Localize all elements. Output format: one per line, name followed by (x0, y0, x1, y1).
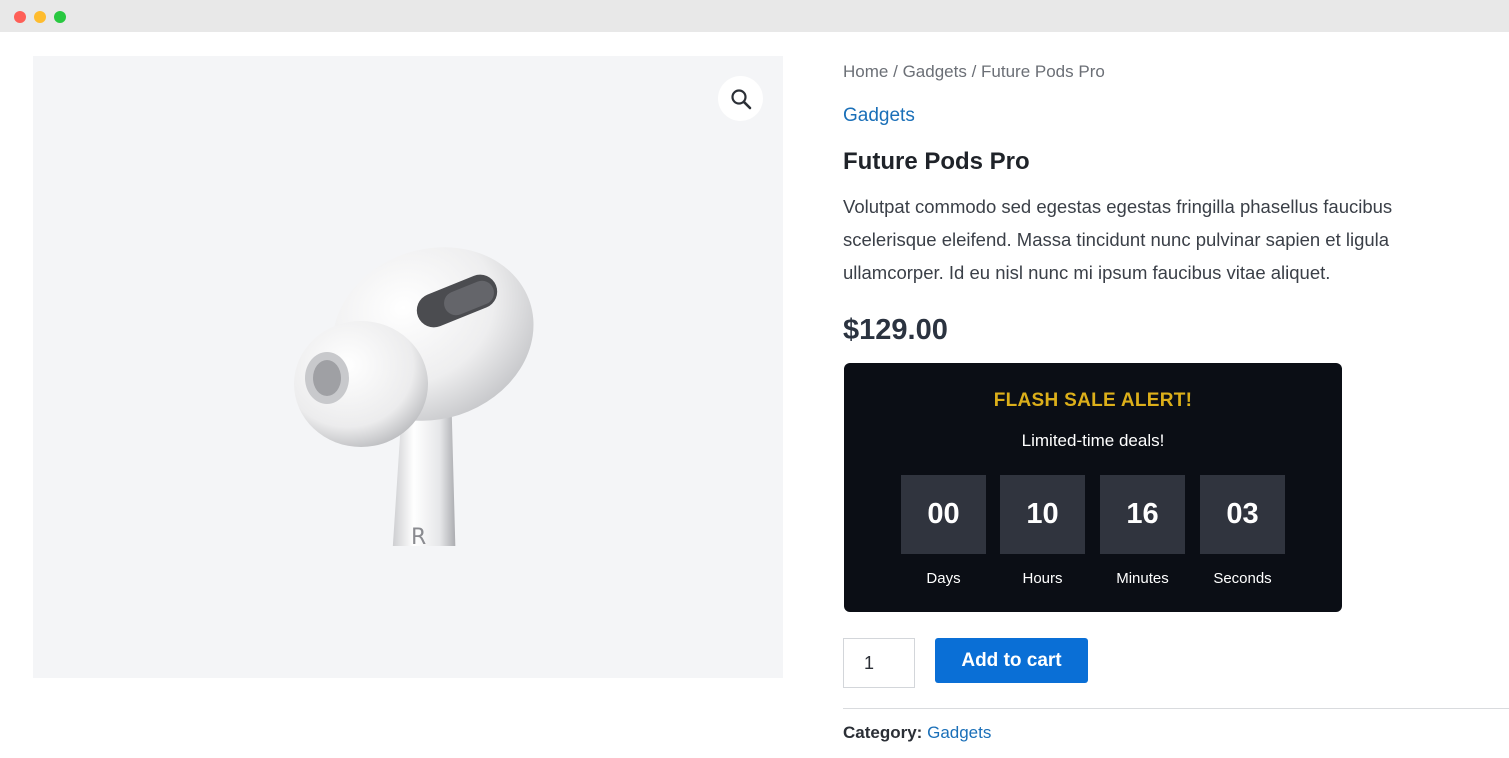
quantity-input[interactable] (843, 638, 915, 688)
flash-sale-title: FLASH SALE ALERT! (993, 390, 1193, 411)
zoom-button[interactable] (718, 76, 763, 121)
minimize-window-button[interactable] (34, 11, 46, 23)
countdown-days: 00 Days (901, 475, 986, 587)
countdown-minutes: 16 Minutes (1100, 475, 1185, 587)
breadcrumb: Home / Gadgets / Future Pods Pro (843, 62, 1105, 82)
countdown-value: 10 (1000, 475, 1085, 554)
category-label: Category: (843, 723, 923, 742)
svg-text:R: R (411, 525, 426, 546)
countdown-value: 00 (901, 475, 986, 554)
countdown-hours: 10 Hours (1000, 475, 1085, 587)
window-title-bar (0, 0, 1509, 32)
breadcrumb-current: Future Pods Pro (981, 62, 1105, 81)
breadcrumb-separator: / (971, 62, 977, 81)
countdown-label: Minutes (1116, 570, 1169, 587)
add-to-cart-button[interactable]: Add to cart (935, 638, 1088, 683)
product-image: R (294, 247, 534, 546)
breadcrumb-separator: / (893, 62, 898, 81)
flash-sale-subtitle: Limited-time deals! (1021, 431, 1165, 450)
maximize-window-button[interactable] (54, 11, 66, 23)
countdown-seconds: 03 Seconds (1200, 475, 1285, 587)
breadcrumb-category[interactable]: Gadgets (903, 62, 967, 81)
product-gallery[interactable]: R (33, 56, 783, 678)
countdown-label: Days (926, 570, 961, 587)
breadcrumb-home[interactable]: Home (843, 62, 888, 81)
category-meta-link[interactable]: Gadgets (927, 723, 991, 742)
product-price: $129.00 (843, 314, 948, 346)
countdown-label: Hours (1022, 570, 1063, 587)
flash-sale-banner: FLASH SALE ALERT! Limited-time deals! 00… (844, 363, 1342, 612)
countdown-value: 16 (1100, 475, 1185, 554)
countdown-label: Seconds (1213, 570, 1272, 587)
product-meta: Category: Gadgets (843, 723, 991, 743)
product-category-link[interactable]: Gadgets (843, 105, 915, 127)
close-window-button[interactable] (14, 11, 26, 23)
product-title: Future Pods Pro (843, 148, 1030, 175)
countdown-value: 03 (1200, 475, 1285, 554)
magnifier-icon (730, 88, 751, 109)
product-description: Volutpat commodo sed egestas egestas fri… (843, 196, 1393, 283)
divider (843, 708, 1509, 709)
